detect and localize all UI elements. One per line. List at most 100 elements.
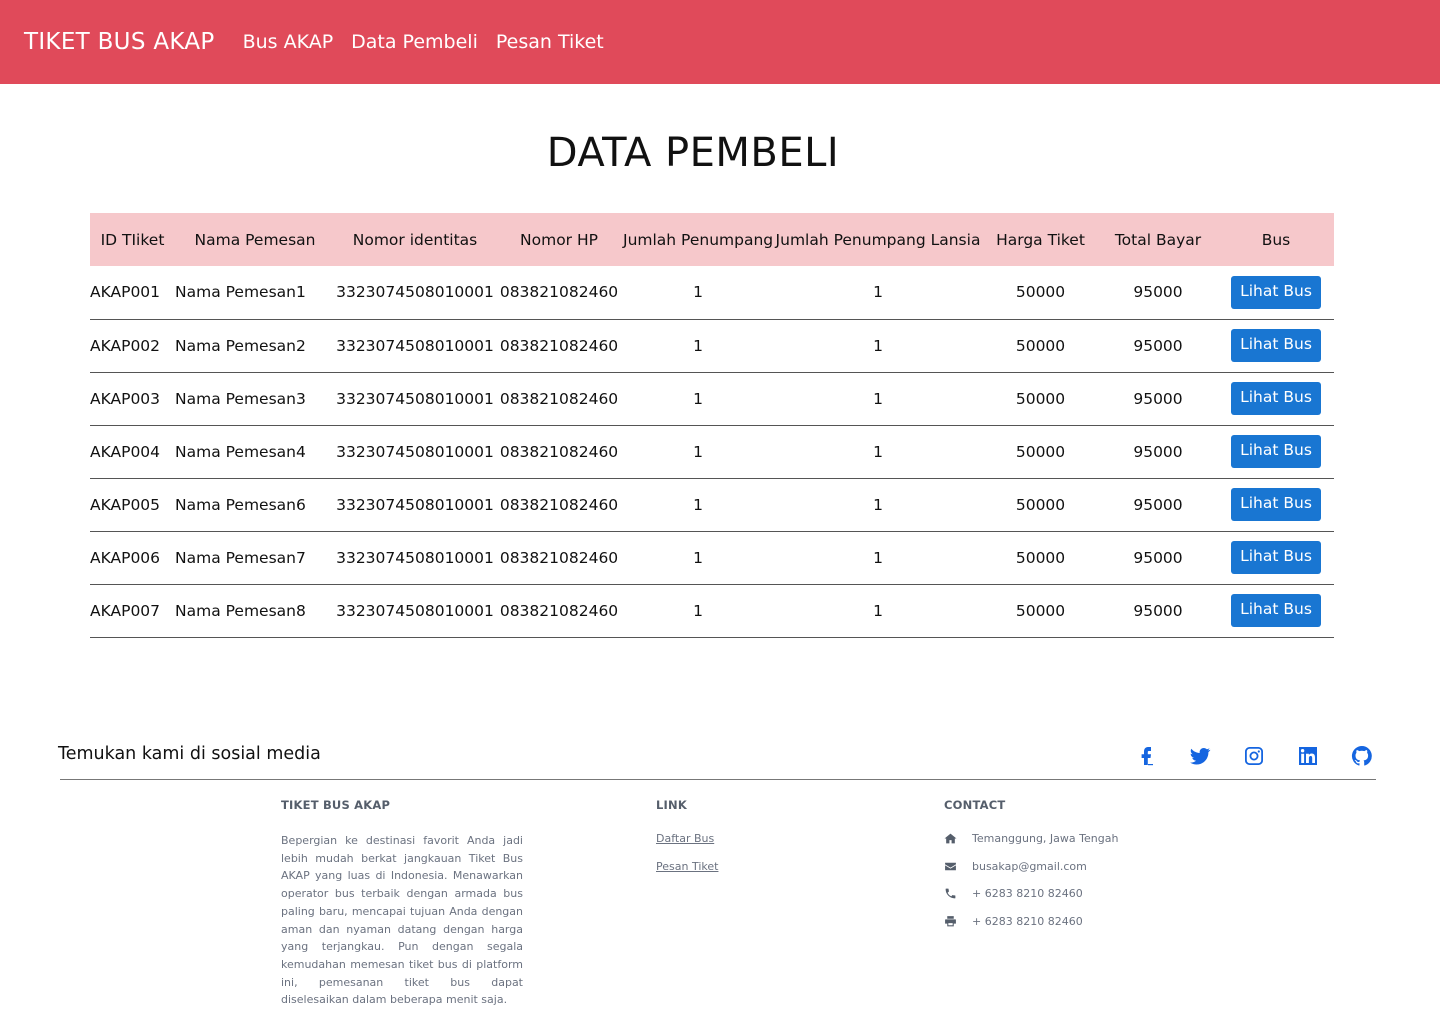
social-icons [1134,744,1374,768]
cell-bus: Lihat Bus [1218,531,1334,584]
cell-jumlah-penumpang-lansia: 1 [873,283,883,302]
twitter-icon[interactable] [1188,744,1212,768]
cell-nama-pemesan: Nama Pemesan2 [175,336,306,355]
cell-id-tiket: AKAP001 [90,283,161,302]
cell-bus: Lihat Bus [1218,584,1334,637]
cell-nomor-identitas: 3323074508010001 [336,601,494,620]
cell-bus: Lihat Bus [1218,372,1334,425]
cell-bus: Lihat Bus [1218,425,1334,478]
cell-jumlah-penumpang-lansia: 1 [873,389,883,408]
footer-divider [60,779,1376,780]
lihat-bus-button[interactable]: Lihat Bus [1231,275,1321,309]
cell-harga-tiket: 50000 [1015,442,1066,461]
home-icon [944,833,957,844]
cell-nomor-hp: 083821082460 [499,389,619,408]
contact-phone: + 6283 8210 82460 [944,887,1118,900]
github-icon[interactable] [1350,744,1374,768]
table-body: AKAP001 Nama Pemesan1 3323074508010001 0838… [90,266,1334,637]
cell-nomor-hp: 083821082460 [499,495,619,514]
cell-nomor-hp: 083821082460 [499,442,619,461]
header-total-bayar: Total Bayar [1114,230,1202,249]
table-row: AKAP004 Nama Pemesan4 3323074508010001 0838… [90,425,1334,478]
lihat-bus-button[interactable]: Lihat Bus [1231,488,1321,521]
table-row: AKAP001 Nama Pemesan1 3323074508010001 0838… [90,266,1334,319]
facebook-icon[interactable] [1134,744,1158,768]
cell-nama-pemesan: Nama Pemesan3 [175,389,306,408]
cell-jumlah-penumpang-lansia: 1 [873,442,883,461]
cell-nama-pemesan: Nama Pemesan8 [175,601,306,620]
cell-total-bayar: 95000 [1133,389,1183,408]
footer-links: LINK Daftar Bus Pesan Tiket [656,798,718,888]
footer-link-pesan-tiket[interactable]: Pesan Tiket [656,860,718,873]
linkedin-icon[interactable] [1296,744,1320,768]
cell-bus: Lihat Bus [1218,478,1334,531]
contact-phone-text: + 6283 8210 82460 [972,887,1083,900]
cell-id-tiket: AKAP003 [90,389,161,408]
brand-link[interactable]: TIKET BUS AKAP [24,29,215,55]
social-media-text: Temukan kami di sosial media [58,744,321,764]
cell-total-bayar: 95000 [1133,336,1183,355]
contact-address-text: Temanggung, Jawa Tengah [972,832,1119,845]
cell-jumlah-penumpang-lansia: 1 [873,336,883,355]
cell-nama-pemesan: Nama Pemesan6 [175,495,306,514]
table-row: AKAP006 Nama Pemesan7 3323074508010001 0838… [90,531,1334,584]
lihat-bus-button[interactable]: Lihat Bus [1231,541,1321,574]
cell-nomor-hp: 083821082460 [499,548,619,567]
envelope-icon [945,862,956,870]
footer-links-title: LINK [656,798,687,812]
footer-link-daftar-bus[interactable]: Daftar Bus [656,832,718,845]
header-id-tiket: ID TIiket [100,230,165,249]
cell-nomor-hp: 083821082460 [499,283,619,302]
cell-id-tiket: AKAP006 [90,548,161,567]
cell-nomor-identitas: 3323074508010001 [336,548,494,567]
footer-about: TIKET BUS AKAP Bepergian ke destinasi fa… [281,798,523,1009]
cell-total-bayar: 95000 [1133,442,1183,461]
cell-jumlah-penumpang: 1 [693,601,703,620]
cell-jumlah-penumpang: 1 [693,495,703,514]
nav-link-pesan-tiket[interactable]: Pesan Tiket [496,31,604,53]
cell-id-tiket: AKAP004 [90,442,161,461]
cell-nomor-identitas: 3323074508010001 [336,442,494,461]
cell-harga-tiket: 50000 [1015,336,1066,355]
footer-about-title: TIKET BUS AKAP [281,798,391,812]
nav-link-bus-akap[interactable]: Bus AKAP [243,31,334,53]
cell-id-tiket: AKAP005 [90,495,161,514]
lihat-bus-button[interactable]: Lihat Bus [1231,329,1321,362]
table-row: AKAP007 Nama Pemesan8 3323074508010001 0838… [90,584,1334,637]
cell-nomor-hp: 083821082460 [499,336,619,355]
cell-id-tiket: AKAP002 [90,336,161,355]
buyer-table-container: ID TIiket Nama Pemesan Nomor identitas N… [90,213,1334,638]
header-harga-tiket: Harga Tiket [996,230,1085,249]
header-nomor-hp: Nomor HP [520,230,598,249]
table-row: AKAP005 Nama Pemesan6 3323074508010001 0838… [90,478,1334,531]
cell-nomor-identitas: 3323074508010001 [336,495,494,514]
cell-nama-pemesan: Nama Pemesan7 [175,548,306,567]
cell-jumlah-penumpang: 1 [693,442,703,461]
cell-jumlah-penumpang: 1 [693,336,703,355]
contact-email-text: busakap@gmail.com [972,859,1087,873]
contact-email: busakap@gmail.com [944,860,1118,873]
header-nama-pemesan: Nama Pemesan [194,230,316,249]
footer-contact-title: CONTACT [944,798,1006,812]
lihat-bus-button[interactable]: Lihat Bus [1231,382,1321,415]
lihat-bus-button[interactable]: Lihat Bus [1231,594,1321,627]
cell-nomor-identitas: 3323074508010001 [336,389,494,408]
footer-contact: CONTACT Temanggung, Jawa Tengah busakap@… [944,798,1118,942]
header-jumlah-penumpang-lansia: Jumlah Penumpang Lansia [775,230,981,249]
cell-bus: Lihat Bus [1218,266,1334,319]
lihat-bus-button[interactable]: Lihat Bus [1231,435,1321,468]
navbar: TIKET BUS AKAP Bus AKAP Data Pembeli Pes… [0,0,1440,84]
contact-fax: + 6283 8210 82460 [944,915,1118,928]
table-row: AKAP003 Nama Pemesan3 3323074508010001 0838… [90,372,1334,425]
header-nomor-identitas: Nomor identitas [352,230,478,249]
cell-harga-tiket: 50000 [1015,389,1066,408]
cell-total-bayar: 95000 [1133,495,1183,514]
cell-jumlah-penumpang: 1 [693,548,703,567]
instagram-icon[interactable] [1242,744,1266,768]
cell-jumlah-penumpang: 1 [693,283,703,302]
nav-link-data-pembeli[interactable]: Data Pembeli [351,31,478,53]
cell-harga-tiket: 50000 [1015,495,1066,514]
header-bus: Bus [1261,230,1291,249]
phone-icon [945,888,956,899]
cell-nomor-hp: 083821082460 [499,601,619,620]
